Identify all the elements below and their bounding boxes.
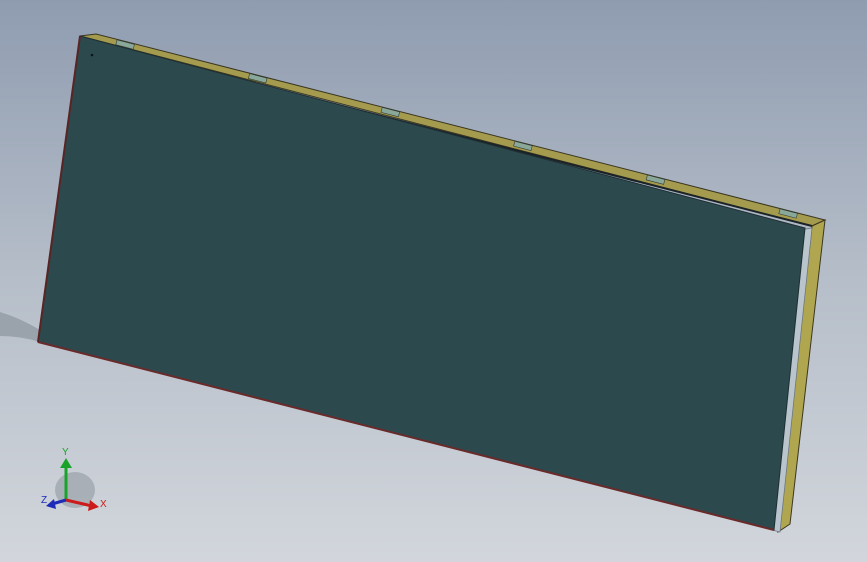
triad-z-arrow xyxy=(46,499,56,509)
reference-triad[interactable]: Y X Z xyxy=(41,447,107,511)
ground-shadow xyxy=(0,312,40,342)
origin-mark xyxy=(90,53,94,57)
triad-z-label: Z xyxy=(41,495,47,506)
panel-front-face[interactable] xyxy=(37,35,806,531)
triad-y-label: Y xyxy=(62,447,69,458)
model-scene[interactable]: Y X Z xyxy=(0,0,867,562)
triad-x-label: X xyxy=(100,499,107,510)
triad-y-arrow xyxy=(60,458,72,468)
graphics-viewport[interactable]: Y X Z xyxy=(0,0,867,562)
